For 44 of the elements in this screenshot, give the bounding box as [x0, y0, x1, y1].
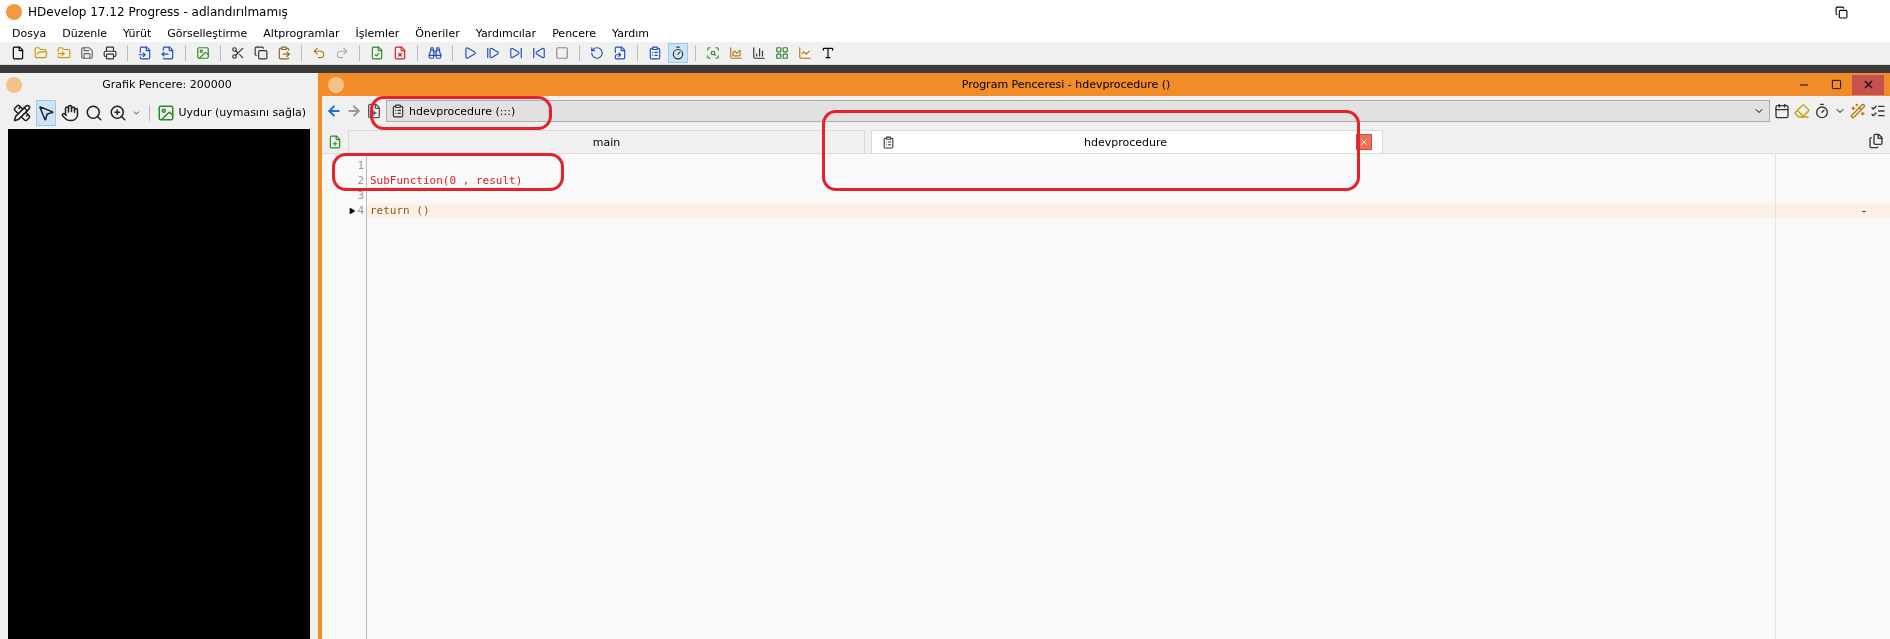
menu-item[interactable]: Görselleştirme — [159, 26, 256, 40]
line-number: 2 — [357, 174, 364, 187]
tab-label: main — [591, 135, 622, 149]
tab-label: hdevprocedure — [1082, 135, 1168, 149]
procedure-tab[interactable]: hdevprocedure — [871, 130, 1383, 153]
procedure-icon — [391, 104, 405, 118]
close-icon[interactable] — [1852, 74, 1884, 95]
calendar-icon[interactable] — [1774, 103, 1790, 119]
menu-item[interactable]: Öneriler — [407, 26, 468, 40]
code-line: SubFunction(0 , result) — [369, 173, 524, 188]
window-title: Grafik Pencere: 200000 — [101, 78, 233, 91]
window-title: Program Penceresi - hdevprocedure () — [960, 78, 1172, 91]
pointer-icon[interactable] — [36, 99, 56, 126]
app-logo-icon — [6, 4, 22, 20]
new-procedure-icon[interactable] — [366, 103, 382, 119]
image-icon — [157, 103, 176, 122]
restore-icon[interactable] — [1835, 5, 1848, 19]
menu-item[interactable]: Yardımcılar — [467, 26, 545, 40]
stopwatch-icon[interactable] — [1814, 103, 1830, 119]
line-number: 1 — [357, 159, 364, 172]
document-icon — [882, 135, 895, 149]
back-arrow-icon[interactable] — [326, 103, 342, 119]
add-tab-icon[interactable] — [328, 135, 342, 149]
current-line-icon — [348, 206, 357, 215]
procedure-name: hdevprocedure (:::) — [409, 104, 517, 118]
procedure-tab[interactable]: main — [348, 130, 865, 153]
line-number: 3 — [357, 189, 364, 202]
menu-item[interactable]: İşlemler — [347, 26, 408, 40]
menu-item[interactable]: Altprogramlar — [255, 26, 348, 40]
stopwatch-icon[interactable] — [668, 43, 688, 63]
window-title: HDevelop 17.12 Progress - adlandırılmamış — [28, 5, 288, 19]
menu-item[interactable]: Pencere — [544, 26, 604, 40]
procedure-field[interactable]: hdevprocedure (:::) — [386, 100, 1770, 122]
menu-item[interactable]: Düzenle — [54, 26, 115, 40]
app-logo-icon — [328, 76, 344, 93]
line-number: 4 — [357, 204, 364, 217]
list-icon[interactable] — [1870, 103, 1886, 119]
margin-mark: - — [1862, 204, 1866, 217]
app-logo-icon — [6, 76, 22, 93]
menu-item[interactable]: Dosya — [4, 26, 55, 40]
menu-item[interactable]: Yürüt — [114, 26, 160, 40]
fit-button[interactable]: Uydur (uymasını sağla) — [157, 103, 306, 122]
menu-item[interactable]: Yardım — [604, 26, 657, 40]
documents-icon[interactable] — [1868, 133, 1884, 149]
